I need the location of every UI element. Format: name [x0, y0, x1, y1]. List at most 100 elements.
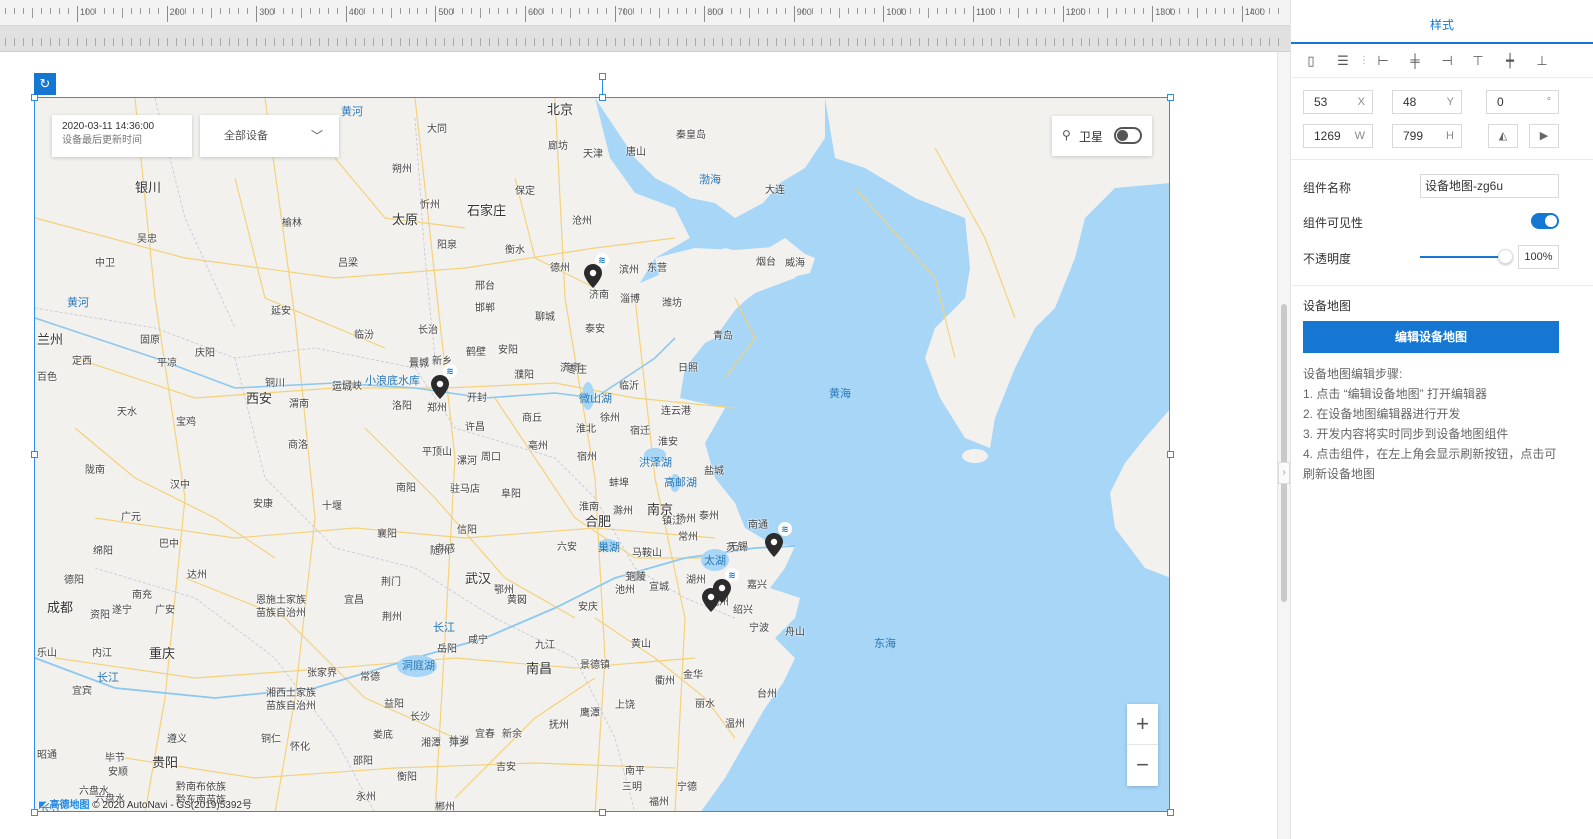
collapse-panel-icon[interactable]: ›	[1278, 462, 1290, 484]
device-pin-huzhou-b[interactable]	[702, 588, 720, 612]
ruler-tick	[1054, 38, 1055, 46]
label-shiyan: 十堰	[322, 501, 342, 512]
label-qinhuangdao: 秦皇岛	[676, 130, 706, 141]
rotate-handle[interactable]	[599, 73, 606, 80]
resize-handle-nw[interactable]	[31, 94, 38, 101]
ruler-tick	[480, 38, 481, 46]
ruler-tick	[749, 8, 750, 18]
align-middle-vertical-icon[interactable]: ┿	[1502, 51, 1518, 71]
ruler-tick	[1018, 38, 1019, 46]
ruler-tick	[1000, 8, 1001, 14]
x-field[interactable]: 53 X	[1303, 90, 1373, 114]
align-left-icon[interactable]: ⊢	[1375, 51, 1391, 71]
resize-handle-ne[interactable]	[1167, 94, 1174, 101]
flip-horizontal-icon[interactable]: ◭	[1488, 124, 1518, 148]
ruler-tick	[1036, 8, 1037, 14]
device-map-widget[interactable]: 北京 天津 唐山 秦皇岛 廊坊 保定 石家庄 沧州 太原 大同 忻州 朔州 阳泉…	[34, 97, 1170, 812]
visibility-toggle[interactable]	[1531, 213, 1559, 229]
resize-handle-e[interactable]	[1167, 451, 1174, 458]
label-weinan: 渭南	[289, 399, 309, 410]
map-pin-icon	[431, 375, 449, 399]
resize-handle-s[interactable]	[599, 809, 606, 816]
device-filter-select[interactable]: 全部设备 ﹀	[200, 115, 339, 157]
ruler-tick	[579, 38, 580, 46]
device-pin-shanghai[interactable]	[765, 533, 783, 557]
ruler-tick	[883, 38, 884, 46]
ruler-label: 700	[617, 7, 633, 17]
label-lianyungang: 连云港	[661, 406, 691, 417]
ruler-tick	[41, 8, 42, 14]
align-top-icon[interactable]: ⊤	[1470, 51, 1486, 71]
ruler-tick	[417, 38, 418, 46]
ruler-tick	[516, 38, 517, 46]
align-right-icon[interactable]: ⊣	[1439, 51, 1455, 71]
resize-handle-n[interactable]	[599, 94, 606, 101]
ruler-tick	[158, 8, 159, 14]
distribute-horizontal-icon[interactable]: ▯	[1303, 51, 1319, 71]
width-value: 1269	[1314, 129, 1341, 143]
label-rizhao: 日照	[678, 363, 698, 374]
resize-handle-se[interactable]	[1167, 809, 1174, 816]
label-shangqiu: 商丘	[522, 413, 542, 424]
label-changzhi: 长治	[418, 325, 438, 336]
satellite-toggle[interactable]	[1114, 127, 1142, 144]
vertical-scrollbar[interactable]	[1277, 52, 1290, 839]
component-name-input[interactable]: 设备地图-zg6u	[1420, 174, 1559, 198]
map-tiles[interactable]	[35, 98, 1170, 812]
ruler-tick	[1098, 38, 1099, 46]
device-pin-luoyang[interactable]	[431, 375, 449, 399]
label-yichun: 宜春	[475, 729, 495, 740]
ruler-tick	[973, 6, 974, 22]
label-tongchuan: 铜川	[265, 378, 285, 389]
label-huangshan: 黄山	[631, 639, 651, 650]
height-field[interactable]: 799 H	[1392, 124, 1462, 148]
device-pin-jinan[interactable]	[584, 264, 602, 288]
ruler-tick	[462, 38, 463, 46]
ruler-tick	[606, 38, 607, 46]
label-xiangtan: 湘潭	[421, 738, 441, 749]
opacity-slider-handle[interactable]	[1498, 249, 1513, 264]
japan-land	[1110, 410, 1169, 578]
ruler-tick	[220, 8, 221, 14]
ruler-tick	[740, 8, 741, 14]
label-leshan: 乐山	[37, 648, 57, 659]
align-center-horizontal-icon[interactable]: ╪	[1407, 51, 1423, 71]
ruler-tick	[668, 38, 669, 46]
label-yancheng: 盐城	[704, 466, 724, 477]
zoom-in-button[interactable]: +	[1127, 704, 1158, 745]
resize-handle-sw[interactable]	[31, 809, 38, 816]
label-linyi: 临沂	[619, 381, 639, 392]
label-taizhou-js: 泰州	[699, 511, 719, 522]
label-donghai: 东海	[874, 638, 896, 650]
ruler-tick	[328, 8, 329, 14]
resize-handle-w[interactable]	[31, 451, 38, 458]
label-bozhou: 亳州	[528, 441, 548, 452]
label-guyuan: 固原	[140, 335, 160, 346]
flip-vertical-icon[interactable]: ▶	[1529, 124, 1559, 148]
ruler-tick	[686, 38, 687, 46]
ruler-tick	[973, 38, 974, 46]
ruler-tick	[247, 8, 248, 14]
ruler-tick	[59, 38, 60, 46]
map-pin-icon	[702, 588, 720, 612]
rotation-field[interactable]: 0 °	[1486, 90, 1559, 114]
ruler-tick	[32, 8, 33, 18]
scrollbar-thumb[interactable]	[1281, 304, 1287, 602]
zoom-control: + −	[1127, 704, 1158, 786]
ruler-tick	[274, 38, 275, 46]
zoom-out-button[interactable]: −	[1127, 745, 1158, 786]
opacity-slider-track[interactable]	[1420, 256, 1506, 258]
ruler-tick	[579, 8, 580, 14]
edit-device-map-button[interactable]: 编辑设备地图	[1303, 321, 1559, 353]
ruler-tick	[821, 38, 822, 46]
y-field[interactable]: 48 Y	[1392, 90, 1462, 114]
label-yangquan: 阳泉	[437, 240, 457, 251]
refresh-icon[interactable]: ↻	[34, 73, 56, 95]
width-field[interactable]: 1269 W	[1303, 124, 1373, 148]
opacity-input[interactable]: 100%	[1518, 245, 1559, 269]
tab-style[interactable]: 样式	[1291, 0, 1593, 44]
label-yuncheng: 运城	[332, 382, 352, 393]
label-binzhou: 滨州	[619, 265, 639, 276]
align-bottom-icon[interactable]: ⊥	[1534, 51, 1550, 71]
distribute-vertical-icon[interactable]: ☰	[1335, 51, 1351, 71]
